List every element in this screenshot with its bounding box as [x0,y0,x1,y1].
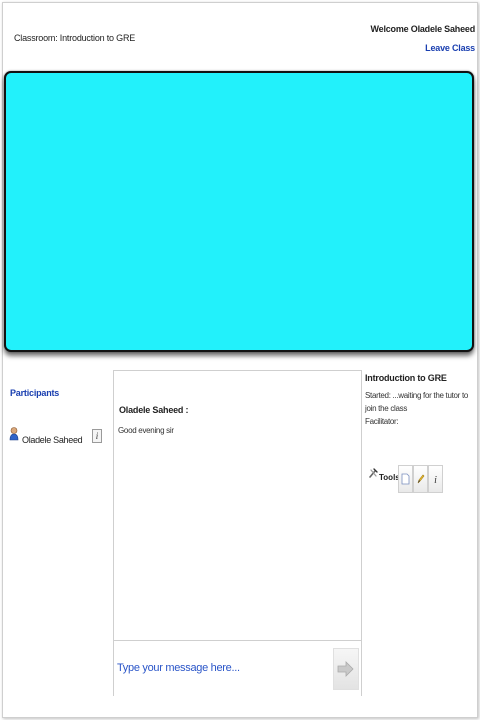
send-arrow-icon [337,661,354,677]
tools-icon [369,468,378,478]
info-tool-button[interactable]: i [428,465,443,493]
leave-class-link[interactable]: Leave Class [425,43,475,53]
participants-title: Participants [10,388,60,398]
course-title: Introduction to GRE [365,373,447,383]
chat-message-sender: Oladele Saheed : [119,405,189,415]
chat-log[interactable]: Oladele Saheed : Good evening sir [114,371,361,640]
started-status: Started: ...waiting for the tutor to joi… [365,391,469,413]
facilitator-label: Facilitator: [365,417,399,426]
document-icon [401,473,410,485]
chat-message-text: Good evening sir [118,426,174,435]
chat-panel: Oladele Saheed : Good evening sir [113,370,362,696]
class-info-panel: Introduction to GRE Started: ...waiting … [365,373,477,428]
pencil-icon [417,474,425,484]
svg-text:i: i [434,475,437,485]
classroom-title: Classroom: Introduction to GRE [14,33,136,43]
send-button[interactable] [333,648,359,690]
video-stage [4,71,474,352]
document-tool-button[interactable] [398,465,413,493]
tools-bar: Tools: i [367,464,443,494]
participant-name: Oladele Saheed [22,435,83,445]
info-icon: i [434,475,437,485]
pencil-tool-button[interactable] [413,465,428,493]
chat-compose [114,640,361,696]
participant-item[interactable]: Oladele Saheed i [9,427,103,445]
user-icon [9,427,19,441]
message-input[interactable] [115,655,331,681]
welcome-text: Welcome Oladele Saheed [370,24,476,34]
info-icon[interactable]: i [92,429,102,443]
